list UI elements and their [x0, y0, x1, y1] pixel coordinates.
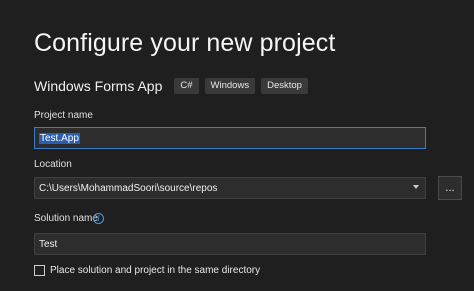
tag-platform: Windows [204, 78, 256, 94]
same-directory-checkbox[interactable] [34, 265, 45, 276]
browse-button[interactable]: ... [438, 176, 462, 200]
solution-name-value: Test [39, 238, 58, 250]
project-name-label: Project name [34, 110, 93, 121]
project-name-value: Test.App [39, 132, 80, 144]
configure-project-page: Configure your new project Windows Forms… [0, 0, 474, 291]
chevron-down-icon[interactable] [413, 185, 419, 189]
info-icon[interactable]: i [93, 213, 104, 224]
template-name: Windows Forms App [34, 78, 163, 94]
tag-project-type: Desktop [261, 78, 308, 94]
location-combobox[interactable]: C:\Users\MohammadSoori\source\repos [34, 177, 426, 199]
tag-language: C# [174, 78, 199, 94]
solution-name-input[interactable]: Test [34, 233, 426, 255]
solution-name-label: Solution name [34, 213, 98, 224]
same-directory-label[interactable]: Place solution and project in the same d… [50, 265, 260, 276]
page-title: Configure your new project [34, 29, 336, 57]
project-name-input[interactable]: Test.App [34, 127, 426, 149]
template-info: Windows Forms App C# Windows Desktop [34, 76, 314, 96]
location-label: Location [34, 159, 72, 170]
location-value: C:\Users\MohammadSoori\source\repos [39, 182, 218, 194]
